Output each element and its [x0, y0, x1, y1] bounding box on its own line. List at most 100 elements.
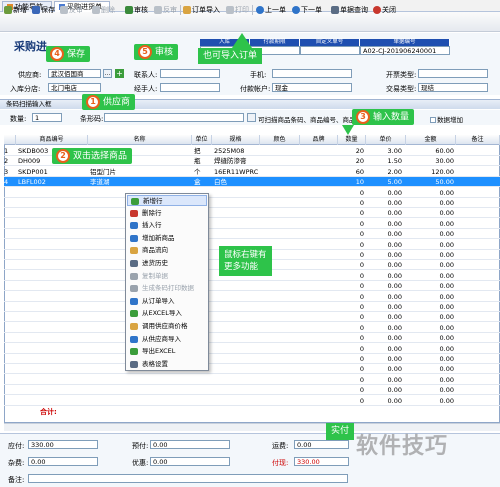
context-menu-item[interactable]: 导出EXCEL: [127, 346, 207, 357]
table-cell-qty[interactable]: 0: [338, 364, 364, 374]
table-cell-brand[interactable]: [302, 271, 338, 281]
table-cell-brand[interactable]: [302, 260, 338, 270]
table-cell-price[interactable]: 0.00: [366, 364, 402, 374]
table-cell-spec[interactable]: [214, 312, 260, 322]
table-row[interactable]: 3 SKDP001 铝型门片个 16ER11WPRC 60 2.00 120.00: [4, 167, 500, 177]
table-cell-price[interactable]: 0.00: [366, 396, 402, 406]
table-cell-spec[interactable]: [214, 292, 260, 302]
table-cell-brand[interactable]: [302, 354, 338, 364]
context-menu-item[interactable]: 从EXCEL导入: [127, 308, 207, 319]
table-cell-code[interactable]: SKDP001: [18, 167, 88, 177]
table-cell-color[interactable]: [262, 146, 300, 156]
table-cell-color[interactable]: [262, 344, 300, 354]
table-cell-qty[interactable]: 0: [338, 292, 364, 302]
table-cell-brand[interactable]: [302, 188, 338, 198]
table-cell-qty[interactable]: 10: [338, 177, 364, 187]
table-cell-color[interactable]: [262, 281, 300, 291]
table-row[interactable]: 0 0.00 0.00: [4, 229, 500, 240]
table-cell-color[interactable]: [262, 396, 300, 406]
table-cell-code[interactable]: [18, 188, 88, 198]
paid-field[interactable]: 330.00: [294, 457, 349, 466]
table-cell-qty[interactable]: 20: [338, 156, 364, 166]
table-cell-amount[interactable]: 0.00: [406, 323, 454, 333]
table-cell-amount[interactable]: 0.00: [406, 208, 454, 218]
table-cell-code[interactable]: [18, 208, 88, 218]
table-cell-price[interactable]: 1.50: [366, 156, 402, 166]
table-cell-amount[interactable]: 0.00: [406, 219, 454, 229]
table-cell-brand[interactable]: [302, 156, 338, 166]
open-type-select[interactable]: [418, 69, 488, 78]
table-cell-qty[interactable]: 0: [338, 229, 364, 239]
table-cell-qty[interactable]: 0: [338, 208, 364, 218]
scan-qty-input[interactable]: 1: [32, 113, 62, 122]
table-cell-color[interactable]: [262, 167, 300, 177]
table-cell-qty[interactable]: 0: [338, 344, 364, 354]
table-cell-qty[interactable]: 0: [338, 312, 364, 322]
table-cell-qty[interactable]: 60: [338, 167, 364, 177]
table-cell-qty[interactable]: 0: [338, 385, 364, 395]
table-row[interactable]: 0 0.00 0.00: [4, 354, 500, 364]
table-cell-unit[interactable]: 瓶: [194, 156, 212, 166]
table-cell-unit[interactable]: [194, 375, 212, 385]
table-cell-brand[interactable]: [302, 344, 338, 354]
table-cell-qty[interactable]: 0: [338, 250, 364, 260]
table-cell-spec[interactable]: [214, 229, 260, 239]
scan-search-icon[interactable]: [247, 113, 256, 122]
table-row[interactable]: 0 0.00 0.00: [4, 364, 500, 375]
table-cell-brand[interactable]: [302, 302, 338, 312]
table-cell-price[interactable]: 3.00: [366, 146, 402, 156]
table-cell-amount[interactable]: 50.00: [406, 177, 454, 187]
table-cell-brand[interactable]: [302, 177, 338, 187]
table-cell-price[interactable]: 0.00: [366, 250, 402, 260]
table-cell-spec[interactable]: [214, 281, 260, 291]
table-cell-price[interactable]: 0.00: [366, 344, 402, 354]
table-cell-price[interactable]: 0.00: [366, 188, 402, 198]
table-cell-color[interactable]: [262, 312, 300, 322]
table-cell-name[interactable]: 铝型门片: [90, 167, 190, 177]
table-cell-price[interactable]: 0.00: [366, 312, 402, 322]
table-cell-remark[interactable]: [458, 396, 498, 406]
context-menu-item[interactable]: 新增行: [127, 195, 207, 207]
table-cell-amount[interactable]: 0.00: [406, 333, 454, 343]
pay-account-select[interactable]: 现金: [272, 83, 352, 92]
table-cell-amount[interactable]: 0.00: [406, 302, 454, 312]
table-cell-remark[interactable]: [458, 271, 498, 281]
table-cell-color[interactable]: [262, 229, 300, 239]
table-cell-brand[interactable]: [302, 292, 338, 302]
table-row[interactable]: 0 0.00 0.00: [4, 333, 500, 344]
table-cell-brand[interactable]: [302, 364, 338, 374]
table-cell-price[interactable]: 0.00: [366, 208, 402, 218]
table-cell-code[interactable]: [18, 396, 88, 406]
unaudit-button[interactable]: 反审: [154, 4, 177, 16]
table-cell-brand[interactable]: [302, 250, 338, 260]
table-cell-code[interactable]: [18, 333, 88, 343]
table-cell-price[interactable]: 0.00: [366, 260, 402, 270]
table-cell-code[interactable]: LBFL002: [18, 177, 88, 187]
close-button[interactable]: 关闭: [373, 4, 396, 16]
table-cell-remark[interactable]: [458, 323, 498, 333]
table-cell-spec[interactable]: [214, 208, 260, 218]
custom-no-cell[interactable]: [300, 46, 360, 55]
warehouse-input[interactable]: 北门电店: [48, 83, 101, 92]
table-cell-qty[interactable]: 0: [338, 375, 364, 385]
table-cell-remark[interactable]: [458, 333, 498, 343]
table-cell-price[interactable]: 0.00: [366, 354, 402, 364]
table-cell-remark[interactable]: [458, 250, 498, 260]
table-cell-remark[interactable]: [458, 240, 498, 250]
print-button[interactable]: 打印: [226, 4, 249, 16]
context-menu-item[interactable]: 从订单导入: [127, 296, 207, 307]
table-cell-spec[interactable]: [214, 375, 260, 385]
table-cell-code[interactable]: [18, 271, 88, 281]
table-cell-qty[interactable]: 0: [338, 302, 364, 312]
table-row[interactable]: 0 0.00 0.00: [4, 302, 500, 312]
table-cell-amount[interactable]: 0.00: [406, 198, 454, 208]
table-cell-brand[interactable]: [302, 312, 338, 322]
table-cell-spec[interactable]: 焊缝防渗膏: [214, 156, 260, 166]
table-cell-remark[interactable]: [458, 344, 498, 354]
table-cell-amount[interactable]: 0.00: [406, 396, 454, 406]
table-cell-code[interactable]: [18, 344, 88, 354]
table-cell-code[interactable]: [18, 240, 88, 250]
table-cell-amount[interactable]: 120.00: [406, 167, 454, 177]
table-cell-brand[interactable]: [302, 229, 338, 239]
table-cell-price[interactable]: 0.00: [366, 198, 402, 208]
